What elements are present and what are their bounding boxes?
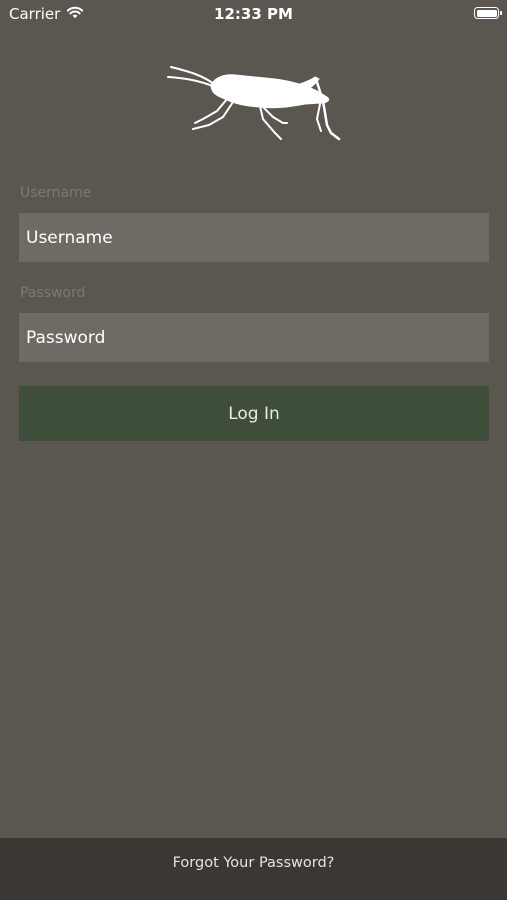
status-time: 12:33 PM [214, 5, 293, 23]
status-bar: Carrier 12:33 PM [0, 0, 507, 30]
forgot-password-link[interactable]: Forgot Your Password? [173, 855, 335, 871]
login-button[interactable]: Log In [19, 386, 489, 441]
username-input[interactable] [19, 213, 489, 262]
cricket-logo [165, 63, 345, 145]
footer: Forgot Your Password? [0, 838, 507, 900]
password-input[interactable] [19, 313, 489, 362]
password-label: Password [20, 285, 86, 301]
username-label: Username [20, 185, 92, 201]
battery-icon [474, 7, 502, 19]
